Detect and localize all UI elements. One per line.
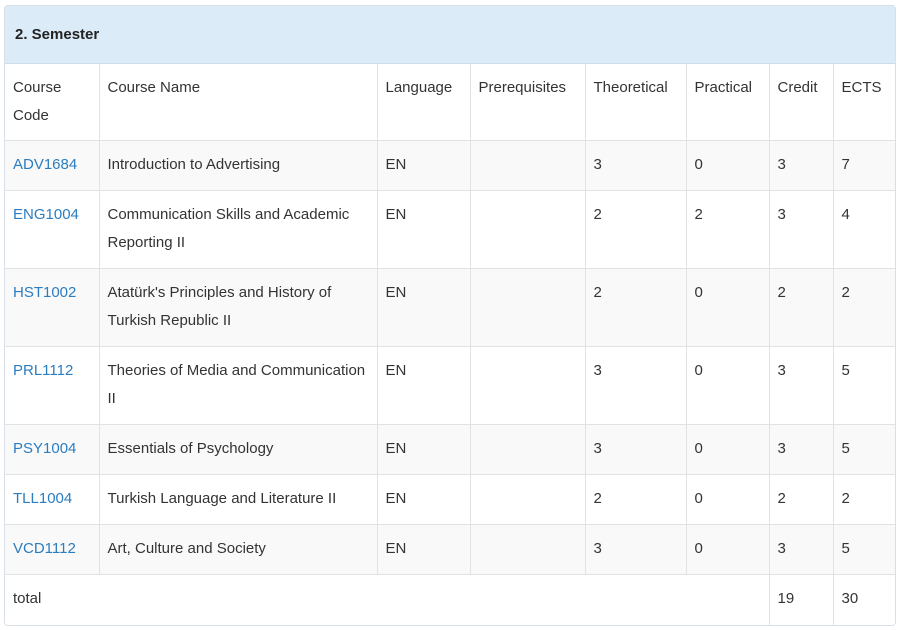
ects-cell: 5 xyxy=(833,524,895,575)
theoretical-cell: 3 xyxy=(585,346,687,425)
col-header-language: Language xyxy=(377,64,471,141)
theoretical-cell: 2 xyxy=(585,474,687,525)
semester-panel: 2. Semester Course Code Course Name Lang… xyxy=(4,5,896,626)
credit-cell: 3 xyxy=(769,346,834,425)
col-header-ects: ECTS xyxy=(833,64,895,141)
course-code-cell: HST1002 xyxy=(5,268,100,347)
course-name-cell: Atatürk's Principles and History of Turk… xyxy=(99,268,378,347)
table-row: ENG1004 Communication Skills and Academi… xyxy=(5,190,895,269)
table-header-row: Course Code Course Name Language Prerequ… xyxy=(5,64,895,141)
total-row: total 19 30 xyxy=(5,574,895,625)
table-row: VCD1112 Art, Culture and Society EN 3 0 … xyxy=(5,524,895,575)
col-header-course-code: Course Code xyxy=(5,64,100,141)
ects-cell: 4 xyxy=(833,190,895,269)
course-code-link[interactable]: PSY1004 xyxy=(13,440,76,457)
course-name-cell: Art, Culture and Society xyxy=(99,524,378,575)
col-header-theoretical: Theoretical xyxy=(585,64,687,141)
language-cell: EN xyxy=(377,268,471,347)
theoretical-cell: 3 xyxy=(585,524,687,575)
theoretical-cell: 3 xyxy=(585,140,687,191)
course-table: Course Code Course Name Language Prerequ… xyxy=(5,64,895,625)
credit-cell: 2 xyxy=(769,474,834,525)
ects-cell: 2 xyxy=(833,474,895,525)
course-name-cell: Turkish Language and Literature II xyxy=(99,474,378,525)
total-ects: 30 xyxy=(833,574,895,625)
course-code-cell: PRL1112 xyxy=(5,346,100,425)
course-code-cell: PSY1004 xyxy=(5,424,100,475)
practical-cell: 0 xyxy=(686,424,770,475)
table-row: PRL1112 Theories of Media and Communicat… xyxy=(5,346,895,425)
table-row: PSY1004 Essentials of Psychology EN 3 0 … xyxy=(5,424,895,475)
practical-cell: 0 xyxy=(686,346,770,425)
theoretical-cell: 2 xyxy=(585,190,687,269)
language-cell: EN xyxy=(377,190,471,269)
col-header-practical: Practical xyxy=(686,64,770,141)
col-header-credit: Credit xyxy=(769,64,834,141)
course-name-cell: Communication Skills and Academic Report… xyxy=(99,190,378,269)
ects-cell: 7 xyxy=(833,140,895,191)
ects-cell: 5 xyxy=(833,346,895,425)
course-code-cell: VCD1112 xyxy=(5,524,100,575)
language-cell: EN xyxy=(377,474,471,525)
prerequisites-cell xyxy=(470,190,586,269)
practical-cell: 0 xyxy=(686,524,770,575)
prerequisites-cell xyxy=(470,474,586,525)
course-code-cell: ADV1684 xyxy=(5,140,100,191)
prerequisites-cell xyxy=(470,424,586,475)
theoretical-cell: 2 xyxy=(585,268,687,347)
practical-cell: 0 xyxy=(686,140,770,191)
prerequisites-cell xyxy=(470,268,586,347)
prerequisites-cell xyxy=(470,140,586,191)
total-credit: 19 xyxy=(769,574,834,625)
credit-cell: 3 xyxy=(769,524,834,575)
table-row: HST1002 Atatürk's Principles and History… xyxy=(5,268,895,347)
practical-cell: 0 xyxy=(686,268,770,347)
language-cell: EN xyxy=(377,524,471,575)
credit-cell: 2 xyxy=(769,268,834,347)
practical-cell: 0 xyxy=(686,474,770,525)
course-name-cell: Essentials of Psychology xyxy=(99,424,378,475)
col-header-course-name: Course Name xyxy=(99,64,378,141)
language-cell: EN xyxy=(377,346,471,425)
course-code-link[interactable]: HST1002 xyxy=(13,284,76,301)
course-code-link[interactable]: TLL1004 xyxy=(13,490,72,507)
col-header-prerequisites: Prerequisites xyxy=(470,64,586,141)
course-code-link[interactable]: VCD1112 xyxy=(13,540,76,557)
course-name-cell: Theories of Media and Communication II xyxy=(99,346,378,425)
panel-title: 2. Semester xyxy=(5,6,895,64)
prerequisites-cell xyxy=(470,346,586,425)
table-row: ADV1684 Introduction to Advertising EN 3… xyxy=(5,140,895,191)
course-name-cell: Introduction to Advertising xyxy=(99,140,378,191)
course-code-cell: ENG1004 xyxy=(5,190,100,269)
credit-cell: 3 xyxy=(769,190,834,269)
language-cell: EN xyxy=(377,140,471,191)
practical-cell: 2 xyxy=(686,190,770,269)
ects-cell: 5 xyxy=(833,424,895,475)
course-code-link[interactable]: ENG1004 xyxy=(13,206,79,223)
total-label: total xyxy=(5,574,770,625)
course-code-link[interactable]: PRL1112 xyxy=(13,362,73,379)
course-code-link[interactable]: ADV1684 xyxy=(13,156,77,173)
language-cell: EN xyxy=(377,424,471,475)
ects-cell: 2 xyxy=(833,268,895,347)
table-row: TLL1004 Turkish Language and Literature … xyxy=(5,474,895,525)
prerequisites-cell xyxy=(470,524,586,575)
credit-cell: 3 xyxy=(769,424,834,475)
credit-cell: 3 xyxy=(769,140,834,191)
theoretical-cell: 3 xyxy=(585,424,687,475)
course-code-cell: TLL1004 xyxy=(5,474,100,525)
